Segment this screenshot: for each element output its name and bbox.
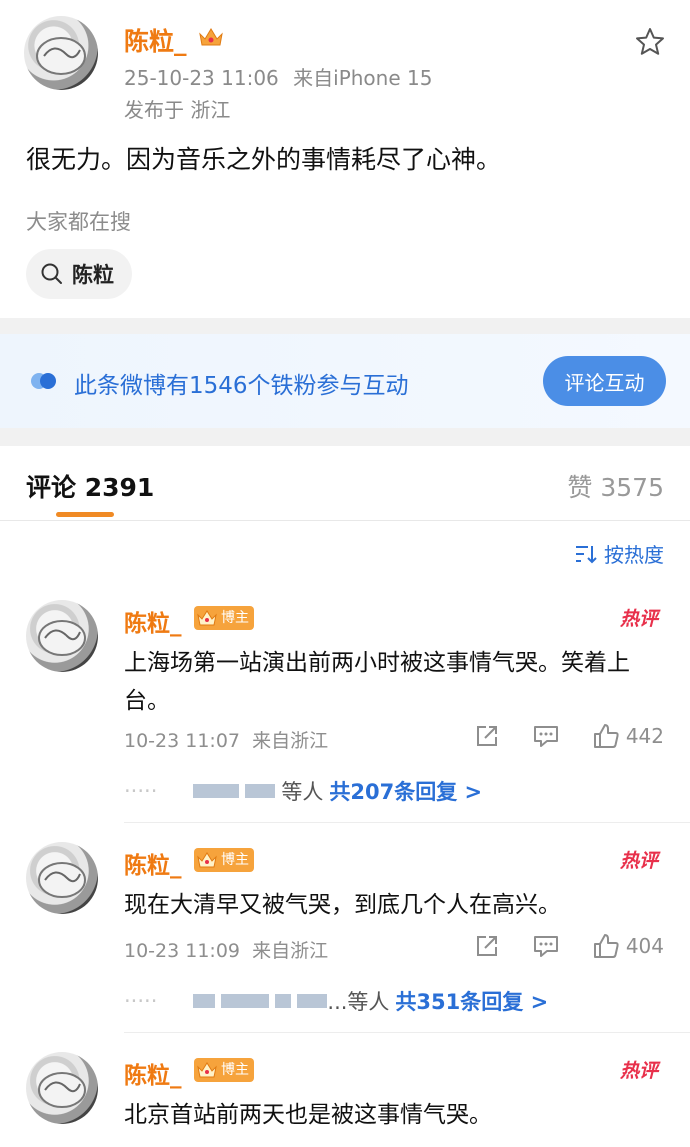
author-badge: 博主 (194, 606, 254, 630)
post-time: 25-10-23 11:06 (124, 66, 279, 90)
comment-source: 来自浙江 (252, 730, 329, 752)
author-name[interactable]: 陈粒_ (124, 22, 187, 58)
author-badge: 博主 (194, 848, 254, 872)
reply-count-link[interactable]: 共351条回复 > (395, 986, 548, 1016)
reply-users-suffix: 等人 (281, 780, 324, 804)
reply-users-suffix: ...等人 (327, 990, 390, 1014)
author-badge: 博主 (194, 1058, 254, 1082)
sort-icon (576, 545, 597, 563)
author-avatar[interactable] (24, 16, 98, 90)
badge-label: 博主 (221, 610, 249, 626)
share-icon[interactable] (474, 723, 500, 749)
comment-icon[interactable] (532, 933, 560, 959)
comment-text: 北京首站前两天也是被这事情气哭。 (124, 1102, 492, 1128)
comment-author[interactable]: 陈粒_ (124, 604, 182, 638)
comment-separator (124, 822, 690, 823)
comment-actions: 442 (474, 722, 664, 750)
fan-interaction-banner: 此条微博有1546个铁粉参与互动 评论互动 (0, 334, 690, 428)
like-button[interactable]: 442 (592, 722, 664, 750)
like-button[interactable]: 404 (592, 932, 664, 960)
crown-icon (197, 610, 217, 626)
sort-label: 按热度 (604, 543, 664, 567)
reply-summary[interactable]: ····· 等人 共207条回复 > (124, 776, 482, 806)
like-count: 442 (625, 724, 664, 748)
comment-avatar[interactable] (26, 842, 98, 914)
comment-time: 10-23 11:09 (124, 940, 241, 962)
search-chip[interactable]: 陈粒 (26, 249, 132, 299)
blurred-user (193, 784, 240, 798)
hot-comment-tag: 热评 (619, 608, 658, 630)
comment-interact-button[interactable]: 评论互动 (543, 356, 666, 406)
comment-item: 陈粒_ 博主 热评 上海场第一站演出前两小时被这事情气哭。笑着上台。 10-23… (0, 600, 690, 810)
blurred-user (193, 994, 216, 1008)
reply-dots: ····· (124, 989, 158, 1013)
share-icon[interactable] (474, 933, 500, 959)
comment-text: 上海场第一站演出前两小时被这事情气哭。笑着上台。 (124, 650, 630, 714)
comment-item: 陈粒_ 博主 热评 现在大清早又被气哭，到底几个人在高兴。 10-23 11:0… (0, 842, 690, 1042)
like-count: 404 (625, 934, 664, 958)
fans-icon (31, 373, 56, 389)
tab-underline (56, 512, 114, 517)
search-icon (41, 263, 62, 284)
reply-count-link[interactable]: 共207条回复 > (329, 776, 482, 806)
search-chip-label: 陈粒 (72, 263, 114, 287)
post-card: 陈粒_ 25-10-23 11:06 来自iPhone 15 发布于 浙江 很无… (0, 0, 690, 318)
comment-avatar[interactable] (26, 600, 98, 672)
post-location: 发布于 浙江 (124, 98, 231, 122)
reply-dots: ····· (124, 779, 158, 803)
comment-meta: 10-23 11:09 来自浙江 (124, 936, 328, 963)
hot-comment-tag: 热评 (619, 850, 658, 872)
tab-comments[interactable]: 评论 2391 (26, 468, 154, 504)
comment-item: 陈粒_ 博主 热评 北京首站前两天也是被这事情气哭。 (0, 1052, 690, 1147)
comment-text: 现在大清早又被气哭，到底几个人在高兴。 (124, 892, 561, 918)
post-text: 很无力。因为音乐之外的事情耗尽了心神。 (26, 145, 502, 174)
hot-search-label: 大家都在搜 (26, 210, 131, 234)
blurred-user (275, 994, 292, 1008)
hot-comment-tag: 热评 (619, 1060, 658, 1082)
sort-button[interactable]: 按热度 (574, 539, 664, 568)
comment-source: 来自浙江 (252, 940, 329, 962)
comment-time: 10-23 11:07 (124, 730, 241, 752)
post-meta: 25-10-23 11:06 来自iPhone 15 (124, 62, 432, 91)
thumbs-up-icon (593, 724, 619, 748)
comment-actions: 404 (474, 932, 664, 960)
badge-label: 博主 (221, 852, 249, 868)
comment-author[interactable]: 陈粒_ (124, 1056, 182, 1090)
comment-avatar[interactable] (26, 1052, 98, 1124)
reply-summary[interactable]: ····· ...等人 共351条回复 > (124, 986, 548, 1016)
crown-icon (197, 852, 217, 868)
thumbs-up-icon (593, 934, 619, 958)
divider (0, 520, 690, 521)
comments-section: 评论 2391 赞 3575 按热度 陈粒_ 博主 热评 上海场第一站演出前两小… (0, 446, 690, 1147)
blurred-user (245, 784, 276, 798)
star-icon[interactable] (634, 26, 666, 58)
comment-separator (124, 1032, 690, 1033)
tab-likes[interactable]: 赞 3575 (567, 468, 664, 504)
badge-label: 博主 (221, 1062, 249, 1078)
crown-icon (199, 28, 223, 46)
post-source: 来自iPhone 15 (293, 66, 433, 90)
comment-meta: 10-23 11:07 来自浙江 (124, 726, 328, 753)
comment-icon[interactable] (532, 723, 560, 749)
crown-icon (197, 1062, 217, 1078)
comment-author[interactable]: 陈粒_ (124, 846, 182, 880)
banner-text: 此条微博有1546个铁粉参与互动 (74, 373, 409, 399)
blurred-user (297, 994, 328, 1008)
blurred-user (221, 994, 270, 1008)
